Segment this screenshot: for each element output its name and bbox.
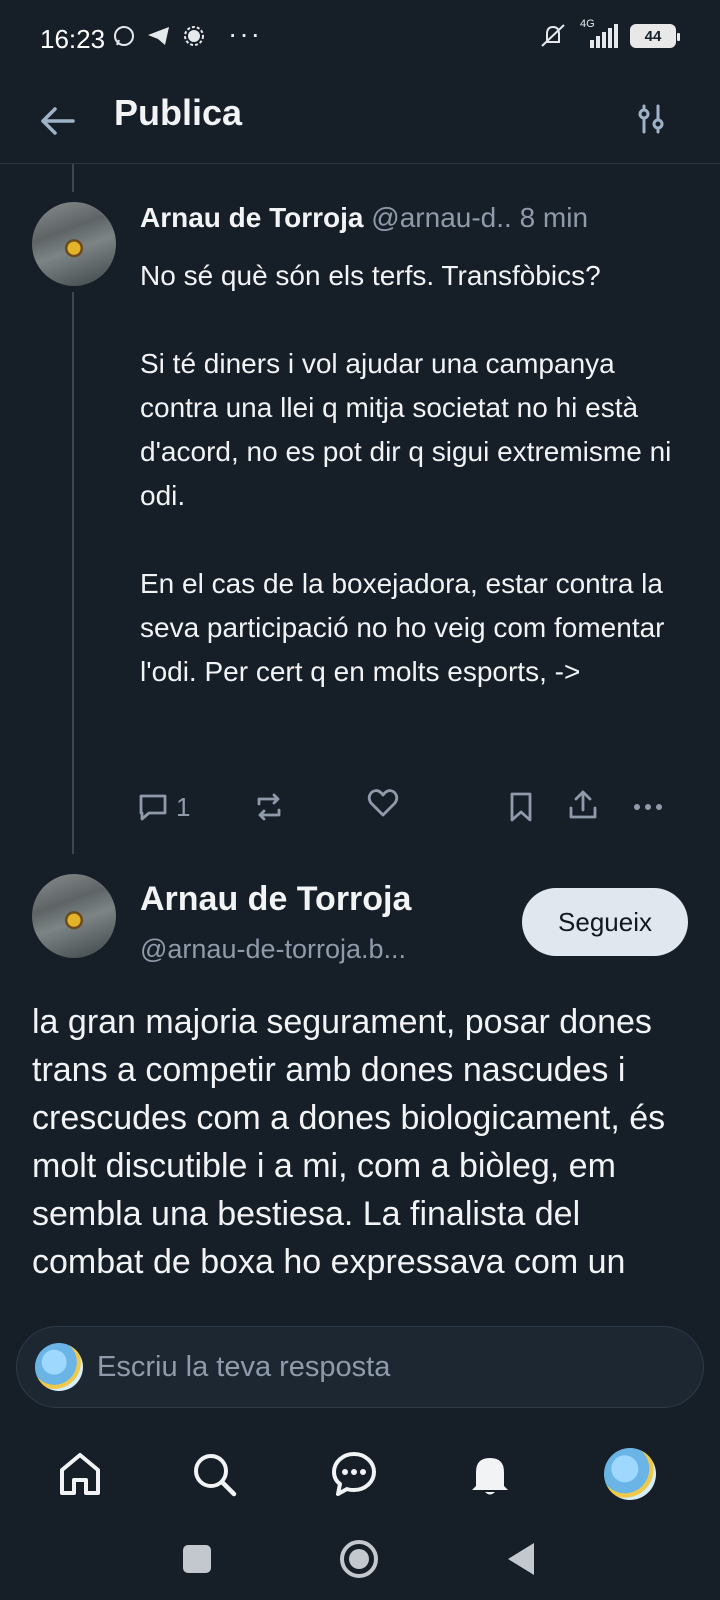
repost-icon — [257, 793, 281, 821]
system-status-icons: 4G 44 — [538, 18, 680, 50]
battery-icon: 44 — [630, 24, 680, 48]
post1-body[interactable]: No sé què són els terfs. Transfòbics? Si… — [140, 254, 700, 694]
share-icon — [569, 790, 597, 819]
nav-notifications[interactable] — [462, 1446, 518, 1502]
post1-avatar[interactable] — [32, 202, 116, 286]
thread-settings-button[interactable] — [626, 94, 676, 144]
post2-avatar[interactable] — [32, 874, 116, 958]
telegram-icon — [148, 27, 169, 45]
post2-handle[interactable]: @arnau-de-torroja.b... — [140, 934, 490, 965]
reply-count: 1 — [176, 791, 191, 822]
battery-level: 44 — [644, 27, 662, 45]
mute-icon — [541, 24, 565, 47]
more-options-button[interactable] — [630, 790, 666, 824]
post1-author-name[interactable]: Arnau de Torroja — [140, 202, 364, 233]
status-time: 16:23 — [40, 24, 106, 54]
more-notifications-icon: ··· — [228, 18, 262, 49]
post1-timestamp: 8 min — [519, 202, 589, 233]
more-horizontal-icon — [634, 804, 662, 810]
recents-icon[interactable] — [180, 1542, 214, 1576]
cellular-signal-icon: 4G — [580, 18, 618, 48]
whatsapp-icon — [114, 26, 134, 46]
back-system-icon[interactable] — [504, 1540, 538, 1578]
bell-icon — [472, 1458, 508, 1495]
status-bar: 16:23 ··· 4G 44 — [0, 0, 720, 80]
post1-paragraph: Si té diners i vol ajudar una campanya c… — [140, 348, 672, 511]
bookmark-button[interactable] — [506, 790, 536, 824]
like-button[interactable] — [366, 786, 400, 820]
nav-chat[interactable] — [326, 1446, 382, 1502]
post1-header: Arnau de Torroja @arnau-d.. 8 min — [140, 202, 690, 234]
composer-avatar — [35, 1343, 83, 1391]
network-type: 4G — [580, 18, 595, 30]
arrow-left-icon — [41, 107, 75, 135]
post1-paragraph: En el cas de la boxejadora, estar contra… — [140, 568, 665, 687]
reply-input[interactable] — [97, 1327, 677, 1407]
nav-profile-avatar[interactable] — [604, 1448, 656, 1500]
reply-button[interactable]: 1 — [136, 790, 190, 824]
home-system-icon[interactable] — [338, 1538, 380, 1580]
chat-icon — [332, 1452, 376, 1496]
sliders-icon — [638, 104, 664, 134]
post2-body[interactable]: la gran majoria segurament, posar dones … — [32, 998, 692, 1324]
search-icon — [194, 1454, 237, 1497]
page-title: Publica — [114, 92, 243, 133]
top-app-bar: Publica — [0, 80, 720, 164]
post1-actions: 1 — [136, 788, 686, 830]
thread-connector — [72, 292, 74, 854]
nav-home[interactable] — [52, 1446, 108, 1502]
notification-icons — [112, 24, 206, 48]
post1-handle[interactable]: @arnau-d.. — [371, 202, 512, 233]
signal-icon — [184, 26, 204, 46]
nav-search[interactable] — [186, 1446, 242, 1502]
comment-icon — [139, 794, 167, 821]
follow-button[interactable]: Segueix — [522, 888, 688, 956]
repost-button[interactable] — [252, 790, 286, 824]
heart-icon — [367, 789, 399, 817]
back-button[interactable] — [34, 98, 80, 144]
bookmark-icon — [510, 792, 532, 822]
share-button[interactable] — [566, 788, 600, 822]
post1-paragraph: No sé què són els terfs. Transfòbics? — [140, 260, 601, 291]
bottom-navigation — [0, 1424, 720, 1520]
home-icon — [60, 1453, 100, 1495]
thread-connector-top — [72, 164, 74, 192]
system-navigation-bar — [0, 1520, 720, 1600]
post2-author-name[interactable]: Arnau de Torroja — [140, 880, 411, 919]
reply-composer[interactable] — [16, 1326, 704, 1408]
